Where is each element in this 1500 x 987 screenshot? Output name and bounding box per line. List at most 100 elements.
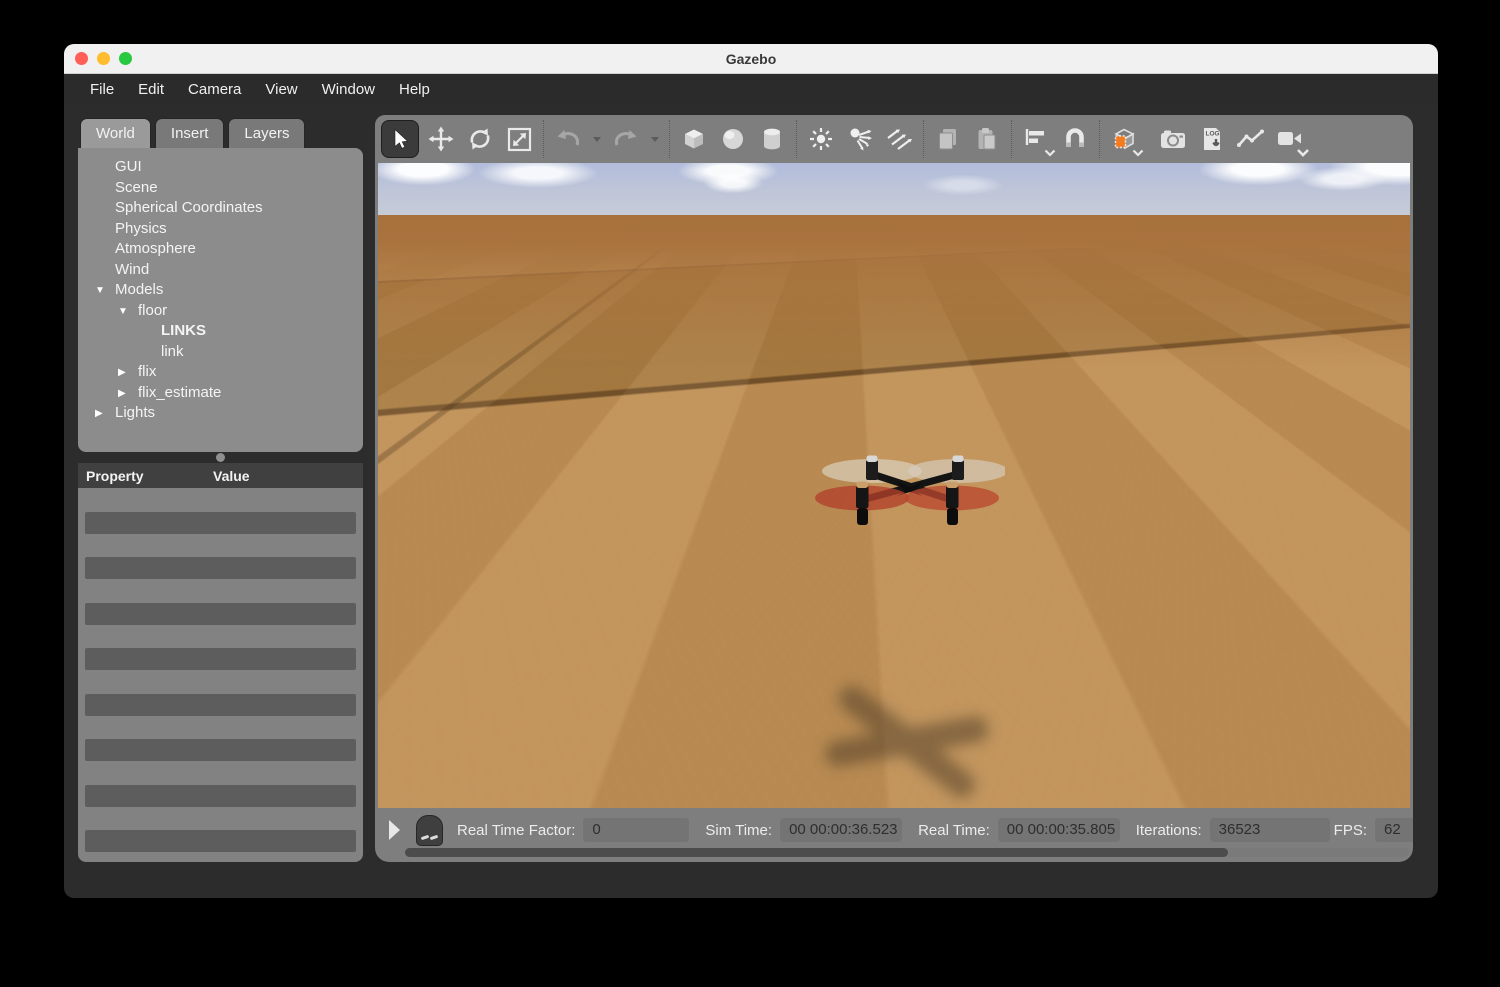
tree-item-atmosphere[interactable]: Atmosphere xyxy=(78,239,363,260)
sphere-icon xyxy=(720,126,746,152)
panel-splitter[interactable] xyxy=(78,452,363,463)
align-button[interactable] xyxy=(1019,119,1053,159)
tree-item-wind[interactable]: Wind xyxy=(78,260,363,281)
horizontal-scrollbar[interactable] xyxy=(405,848,1409,857)
fps-field: 62 xyxy=(1375,818,1413,842)
copy-icon xyxy=(935,126,961,152)
tree-item-spherical-coordinates[interactable]: Spherical Coordinates xyxy=(78,198,363,219)
log-label: LOG xyxy=(1206,131,1220,138)
select-tool-button[interactable] xyxy=(381,120,419,158)
video-camera-icon xyxy=(1276,129,1304,149)
tree-item-physics[interactable]: Physics xyxy=(78,219,363,240)
tree-item-lights[interactable]: ▶Lights xyxy=(78,403,363,424)
view-mode-button[interactable] xyxy=(1107,119,1141,159)
expander-down-icon[interactable]: ▼ xyxy=(118,302,138,323)
window-title: Gazebo xyxy=(64,44,1438,74)
plot-button[interactable] xyxy=(1234,119,1268,159)
table-row xyxy=(85,557,356,579)
tree-item-scene[interactable]: Scene xyxy=(78,178,363,199)
tree-item-floor[interactable]: ▼floor xyxy=(78,301,363,322)
left-panel: World Insert Layers GUI Scene Spherical … xyxy=(78,118,363,862)
toolbar-separator xyxy=(796,120,797,158)
insert-cylinder-button[interactable] xyxy=(755,119,789,159)
sky-clouds xyxy=(378,163,1410,225)
redo-button[interactable] xyxy=(609,119,643,159)
fps-label: FPS: xyxy=(1334,822,1367,839)
menu-window[interactable]: Window xyxy=(313,78,384,101)
status-bar: Real Time Factor: 0 Sim Time: 00 00:00:3… xyxy=(375,808,1413,862)
directional-arrows-icon xyxy=(886,126,912,152)
menu-bar: File Edit Camera View Window Help xyxy=(64,74,1438,105)
step-button[interactable] xyxy=(416,815,443,846)
quadcopter-model[interactable] xyxy=(815,448,1005,543)
scale-box-icon xyxy=(507,127,532,152)
splitter-handle-icon[interactable] xyxy=(216,453,225,462)
chevron-down-icon xyxy=(593,137,601,142)
toolbar-separator xyxy=(669,120,670,158)
undo-history-dropdown[interactable] xyxy=(590,119,604,159)
real-time-label: Real Time: xyxy=(918,822,990,839)
screenshot-button[interactable] xyxy=(1156,119,1190,159)
cylinder-icon xyxy=(759,126,785,152)
property-table xyxy=(78,488,363,862)
chevron-down-icon xyxy=(1296,148,1310,157)
expander-right-icon[interactable]: ▶ xyxy=(118,384,138,405)
point-light-button[interactable] xyxy=(804,119,838,159)
rear-left-motor xyxy=(866,456,878,481)
toolbar: LOG xyxy=(375,115,1413,163)
tab-layers[interactable]: Layers xyxy=(228,118,305,148)
redo-arrow-icon xyxy=(613,128,639,150)
iterations-label: Iterations: xyxy=(1136,822,1202,839)
iterations-field: 36523 xyxy=(1210,818,1330,842)
directional-light-button[interactable] xyxy=(882,119,916,159)
table-row xyxy=(85,603,356,625)
magnet-icon xyxy=(1062,126,1088,152)
tree-item-links-header[interactable]: LINKS xyxy=(78,321,363,342)
record-video-button[interactable] xyxy=(1273,119,1307,159)
snap-button[interactable] xyxy=(1058,119,1092,159)
title-bar[interactable]: Gazebo xyxy=(64,44,1438,74)
table-row xyxy=(85,648,356,670)
chevron-down-icon xyxy=(1132,149,1144,157)
tree-item-gui[interactable]: GUI xyxy=(78,157,363,178)
tree-item-link[interactable]: link xyxy=(78,342,363,363)
menu-help[interactable]: Help xyxy=(390,78,439,101)
menu-file[interactable]: File xyxy=(81,78,123,101)
undo-arrow-icon xyxy=(555,128,581,150)
log-file-icon: LOG xyxy=(1199,126,1225,152)
scale-tool-button[interactable] xyxy=(502,119,536,159)
rotate-tool-button[interactable] xyxy=(463,119,497,159)
expander-right-icon[interactable]: ▶ xyxy=(118,363,138,384)
tree-item-flix[interactable]: ▶flix xyxy=(78,362,363,383)
align-icon xyxy=(1023,127,1049,151)
real-time-factor-field[interactable]: 0 xyxy=(583,818,689,842)
insert-box-button[interactable] xyxy=(677,119,711,159)
scrollbar-thumb[interactable] xyxy=(405,848,1228,857)
tab-world[interactable]: World xyxy=(80,118,151,148)
undo-button[interactable] xyxy=(551,119,585,159)
expander-down-icon[interactable]: ▼ xyxy=(95,281,115,302)
log-button[interactable]: LOG xyxy=(1195,119,1229,159)
property-table-header: Property Value xyxy=(78,463,363,488)
tree-item-flix-estimate[interactable]: ▶flix_estimate xyxy=(78,383,363,404)
redo-history-dropdown[interactable] xyxy=(648,119,662,159)
rear-right-motor xyxy=(952,456,964,481)
translate-tool-button[interactable] xyxy=(424,119,458,159)
menu-camera[interactable]: Camera xyxy=(179,78,250,101)
insert-sphere-button[interactable] xyxy=(716,119,750,159)
copy-button[interactable] xyxy=(931,119,965,159)
menu-view[interactable]: View xyxy=(256,78,306,101)
paste-button[interactable] xyxy=(970,119,1004,159)
table-row xyxy=(85,785,356,807)
sim-time-field: 00 00:00:36.523 xyxy=(780,818,902,842)
world-tree: GUI Scene Spherical Coordinates Physics … xyxy=(78,148,363,452)
play-button[interactable] xyxy=(389,820,400,840)
scene-viewport[interactable] xyxy=(378,163,1410,808)
camera-icon xyxy=(1159,127,1187,151)
menu-edit[interactable]: Edit xyxy=(129,78,173,101)
tree-item-models[interactable]: ▼Models xyxy=(78,280,363,301)
expander-right-icon[interactable]: ▶ xyxy=(95,404,115,425)
real-time-factor-label: Real Time Factor: xyxy=(457,822,575,839)
spot-light-button[interactable] xyxy=(843,119,877,159)
tab-insert[interactable]: Insert xyxy=(155,118,225,148)
